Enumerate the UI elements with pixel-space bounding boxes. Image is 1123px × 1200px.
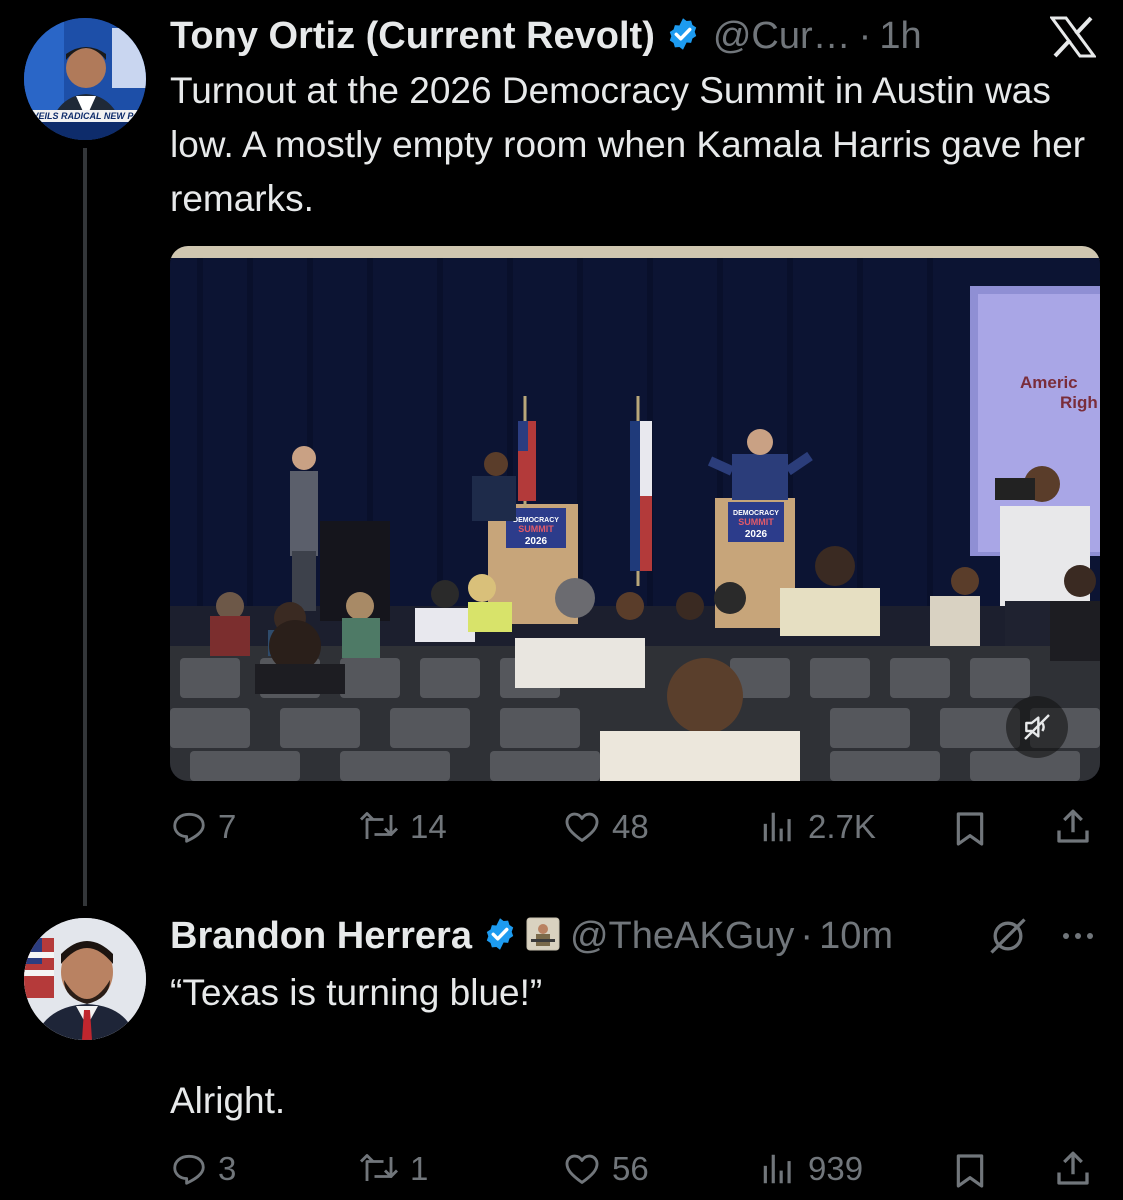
bookmark-icon [956,1154,984,1188]
podium-1-sign-line3: 2026 [525,536,548,547]
verified-badge-icon [665,16,701,57]
tweet-2-reply-count: 3 [218,1150,237,1187]
speaker-muted-icon [1024,714,1050,740]
tweet-1-handle[interactable]: @Cur… [713,15,851,58]
heart-icon [565,1154,599,1184]
tweet-2-bookmark-button[interactable] [950,1148,990,1194]
tweet-2-time[interactable]: 10m [819,915,893,958]
podium-2-sign-line1: DEMOCRACY [733,510,779,517]
event-photo: Americ Righ DEMOCRACY SUMMIT 2026 DEMOCR… [170,246,1100,781]
tweet-2-like-button[interactable]: 56 [562,1146,649,1192]
tweet-2-text-line1: “Texas is turning blue!” [170,972,543,1013]
x-logo-icon[interactable] [1049,16,1097,58]
grok-icon[interactable] [986,914,1030,958]
verified-badge-icon [482,916,518,957]
tweet-2-text-line2: Alright. [170,1080,286,1121]
tweet-1-like-count: 48 [612,808,649,845]
tweet-2-views-button[interactable]: 939 [758,1146,863,1192]
reply-icon [173,812,205,843]
tweet-1-like-button[interactable]: 48 [562,804,649,850]
reply-icon [173,1154,205,1185]
repost-icon [359,1154,399,1181]
tweet-2-like-count: 56 [612,1150,649,1187]
tweet-1-views-count: 2.7K [808,808,876,845]
screen-text-1: Americ [1020,373,1078,392]
podium-2-sign-line2: SUMMIT [738,517,774,527]
tweet-1-separator: · [858,14,872,57]
share-icon [1057,809,1089,843]
avatar-banner-text: NVEILS RADICAL NEW P [26,111,134,121]
tweet-1-text: Turnout at the 2026 Democracy Summit in … [170,70,1086,219]
screen-text-2: Righ [1060,393,1098,412]
tweet-1-reply-count: 7 [218,808,237,845]
tweet-1-share-button[interactable] [1052,804,1094,850]
more-dots-icon[interactable] [1058,924,1098,948]
tweet-1-avatar[interactable]: NVEILS RADICAL NEW P [24,18,146,140]
video-mute-button[interactable] [1006,696,1068,758]
tweet-1-media[interactable]: Americ Righ DEMOCRACY SUMMIT 2026 DEMOCR… [170,246,1100,781]
tweet-2-share-button[interactable] [1052,1146,1094,1192]
tweet-1-views-button[interactable]: 2.7K [758,804,876,850]
tweet-1-bookmark-button[interactable] [950,806,990,852]
views-bar-chart-icon [763,812,791,842]
tweet-1-reply-button[interactable]: 7 [170,804,236,850]
tweet-1-author-name[interactable]: Tony Ortiz (Current Revolt) [170,15,655,58]
heart-icon [565,812,599,842]
tweet-2-repost-count: 1 [410,1150,429,1187]
podium-2-sign-line3: 2026 [745,529,768,540]
repost-icon [359,812,399,839]
tweet-2-author-name[interactable]: Brandon Herrera [170,915,472,958]
tweet-2-handle[interactable]: @TheAKGuy [570,915,794,958]
share-icon [1057,1151,1089,1185]
views-bar-chart-icon [763,1154,791,1184]
tweet-2-repost-button[interactable]: 1 [358,1146,428,1192]
tweet-2-avatar[interactable] [24,918,146,1040]
bookmark-icon [956,812,984,846]
podium-1-sign-line2: SUMMIT [518,524,554,534]
tweet-1-repost-button[interactable]: 14 [358,804,447,850]
thread-connector-line [83,148,87,906]
tweet-1-header: Tony Ortiz (Current Revolt) @Cur… · 1h [170,14,922,58]
podium-1-sign-line1: DEMOCRACY [513,517,559,524]
tweet-2-reply-button[interactable]: 3 [170,1146,236,1192]
tweet-2-views-count: 939 [808,1150,864,1187]
tweet-1-time[interactable]: 1h [879,15,921,58]
tweet-2-header: Brandon Herrera @TheAKGuy · 10m [170,912,893,960]
tweet-2-separator: · [800,914,814,957]
avatar-photo-portrait [24,918,146,1040]
affiliate-avatar-icon[interactable] [526,917,560,956]
tweet-1-repost-count: 14 [410,808,447,845]
